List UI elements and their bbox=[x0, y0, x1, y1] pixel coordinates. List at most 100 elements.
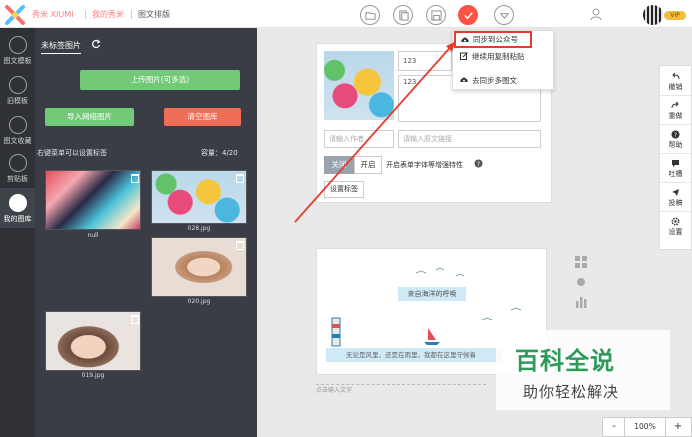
brand-link[interactable]: 秀米 XIUMI bbox=[32, 9, 74, 20]
settings-icon bbox=[671, 217, 680, 226]
template-icon bbox=[8, 76, 27, 94]
delete-icon[interactable] bbox=[131, 315, 139, 324]
menu-item-sync-to-wechat[interactable]: 同步到公众号 bbox=[454, 31, 532, 48]
xiumi-logo-icon[interactable] bbox=[4, 4, 26, 26]
source-link-input[interactable]: 请输入原文链接 bbox=[398, 130, 541, 148]
more-dropdown-button[interactable] bbox=[494, 5, 514, 25]
sidebar-item-old-templates[interactable]: 旧模板 bbox=[0, 70, 35, 110]
sidebar-item-label: 旧模板 bbox=[7, 97, 28, 105]
sidebar-item-label: 剪贴板 bbox=[7, 175, 28, 183]
text-input-placeholder[interactable]: 点击输入文字 bbox=[316, 384, 486, 396]
cloud-upload-icon bbox=[460, 77, 468, 83]
help-icon: ? bbox=[671, 130, 680, 139]
svg-text:?: ? bbox=[674, 132, 677, 139]
save-button[interactable] bbox=[426, 5, 446, 25]
title-input[interactable]: 123 bbox=[398, 51, 452, 71]
chevron-down-icon bbox=[499, 12, 509, 19]
undo-label: 撤销 bbox=[668, 83, 683, 91]
image-thumbnail[interactable] bbox=[45, 170, 141, 230]
tag-hint: 右键菜单可以设置标签 bbox=[37, 149, 107, 157]
menu-item-label: 去同步多图文 bbox=[472, 75, 517, 85]
sidebar-item-favorites[interactable]: 图文收藏 bbox=[0, 110, 35, 150]
refresh-icon[interactable] bbox=[91, 39, 101, 49]
card-body-text[interactable]: 无论是风里，还是在雨里，我都在这里守候着 bbox=[326, 348, 502, 362]
sidebar-item-clipboard[interactable]: 剪贴板 bbox=[0, 148, 35, 188]
grid-icon bbox=[575, 256, 587, 268]
undo-button[interactable]: 撤销 bbox=[660, 68, 691, 96]
redo-button[interactable]: 重做 bbox=[660, 97, 691, 125]
layers-icon bbox=[8, 36, 27, 54]
zoom-out-button[interactable]: - bbox=[604, 417, 624, 437]
zoom-in-button[interactable]: + bbox=[668, 417, 688, 437]
settings-label: 设置 bbox=[668, 228, 683, 236]
help-button[interactable]: ? 帮助 bbox=[660, 126, 691, 154]
sync-button[interactable] bbox=[458, 5, 478, 25]
sidebar-item-label: 图文模板 bbox=[3, 57, 32, 65]
feedback-label: 吐槽 bbox=[668, 170, 683, 178]
redo-icon bbox=[671, 101, 679, 109]
comment-icon bbox=[672, 160, 679, 167]
delete-icon[interactable] bbox=[236, 241, 244, 250]
save-icon bbox=[430, 9, 442, 21]
image-thumbnail[interactable] bbox=[45, 311, 141, 371]
submit-button[interactable]: 投稿 bbox=[660, 184, 691, 212]
image-thumbnail[interactable] bbox=[151, 170, 247, 224]
copy-button[interactable] bbox=[393, 5, 413, 25]
menu-item-copy-paste[interactable]: 继续用复制粘贴 bbox=[460, 49, 525, 63]
image-library-panel: 未标签图片 上传图片(可多选) 导入网络图片 清空图库 右键菜单可以设置标签 容… bbox=[35, 28, 257, 437]
vip-badge: VIP bbox=[664, 11, 686, 20]
toggle-off[interactable]: 关闭 bbox=[324, 156, 354, 174]
layout-tools bbox=[575, 256, 587, 308]
set-tags-button[interactable]: 设置标签 bbox=[324, 181, 364, 198]
bar-chart-icon bbox=[576, 297, 587, 308]
sync-check-icon bbox=[463, 11, 473, 19]
delete-icon[interactable] bbox=[236, 174, 244, 183]
cover-image[interactable] bbox=[324, 51, 394, 120]
avatar[interactable] bbox=[643, 5, 663, 25]
author-input[interactable]: 请输入作者 bbox=[324, 130, 394, 148]
favorite-icon bbox=[8, 116, 27, 134]
menu-item-sync-multi[interactable]: 去同步多图文 bbox=[460, 73, 517, 87]
feedback-button[interactable]: 吐槽 bbox=[660, 155, 691, 183]
help-label: 帮助 bbox=[668, 141, 683, 149]
image-name: 019.jpg bbox=[81, 372, 105, 379]
sidebar-item-layout-templates[interactable]: 图文模板 bbox=[0, 30, 35, 70]
watermark-subtitle: 助你轻松解决 bbox=[523, 383, 620, 401]
divider bbox=[85, 10, 86, 19]
clipboard-icon bbox=[8, 154, 27, 172]
capacity-label: 容量：4/20 bbox=[201, 149, 238, 157]
menu-item-label: 继续用复制粘贴 bbox=[472, 51, 525, 61]
menu-item-label: 同步到公众号 bbox=[473, 35, 518, 44]
user-icon[interactable] bbox=[590, 8, 602, 21]
sidebar-item-label: 我的图库 bbox=[3, 215, 32, 223]
nav-layout[interactable]: 图文排版 bbox=[138, 9, 170, 20]
divider bbox=[131, 10, 132, 19]
copy-icon bbox=[398, 9, 409, 21]
folder-icon bbox=[364, 11, 376, 20]
settings-button[interactable]: 设置 bbox=[660, 213, 691, 241]
enhanced-features-label: 开启表单字体等增强特性 bbox=[386, 161, 463, 169]
image-name: null bbox=[87, 232, 99, 239]
redo-label: 重做 bbox=[668, 112, 683, 120]
image-thumbnail[interactable] bbox=[151, 237, 247, 297]
zoom-level: 100% bbox=[624, 417, 666, 437]
import-web-image-button[interactable]: 导入网络图片 bbox=[45, 108, 134, 126]
help-icon[interactable]: ? bbox=[474, 159, 483, 168]
edit-icon bbox=[460, 52, 468, 60]
undo-icon bbox=[672, 72, 680, 80]
card-title[interactable]: 来自海洋的呼唤 bbox=[398, 287, 466, 301]
cloud-upload-icon bbox=[461, 37, 469, 43]
nav-my-xiumi[interactable]: 我的秀米 bbox=[92, 9, 124, 20]
upload-images-button[interactable]: 上传图片(可多选) bbox=[80, 70, 240, 90]
sidebar-item-label: 图文收藏 bbox=[3, 137, 32, 145]
delete-icon[interactable] bbox=[131, 174, 139, 183]
toggle-on[interactable]: 开启 bbox=[354, 156, 382, 174]
image-library-icon bbox=[8, 194, 27, 212]
image-name: 020.jpg bbox=[187, 298, 211, 305]
clear-library-button[interactable]: 清空图库 bbox=[164, 108, 241, 126]
sidebar-item-image-library[interactable]: 我的图库 bbox=[0, 188, 35, 228]
submit-label: 投稿 bbox=[668, 199, 683, 207]
tab-untagged-images[interactable]: 未标签图片 bbox=[41, 40, 81, 54]
send-icon bbox=[672, 189, 679, 196]
open-folder-button[interactable] bbox=[360, 5, 380, 25]
